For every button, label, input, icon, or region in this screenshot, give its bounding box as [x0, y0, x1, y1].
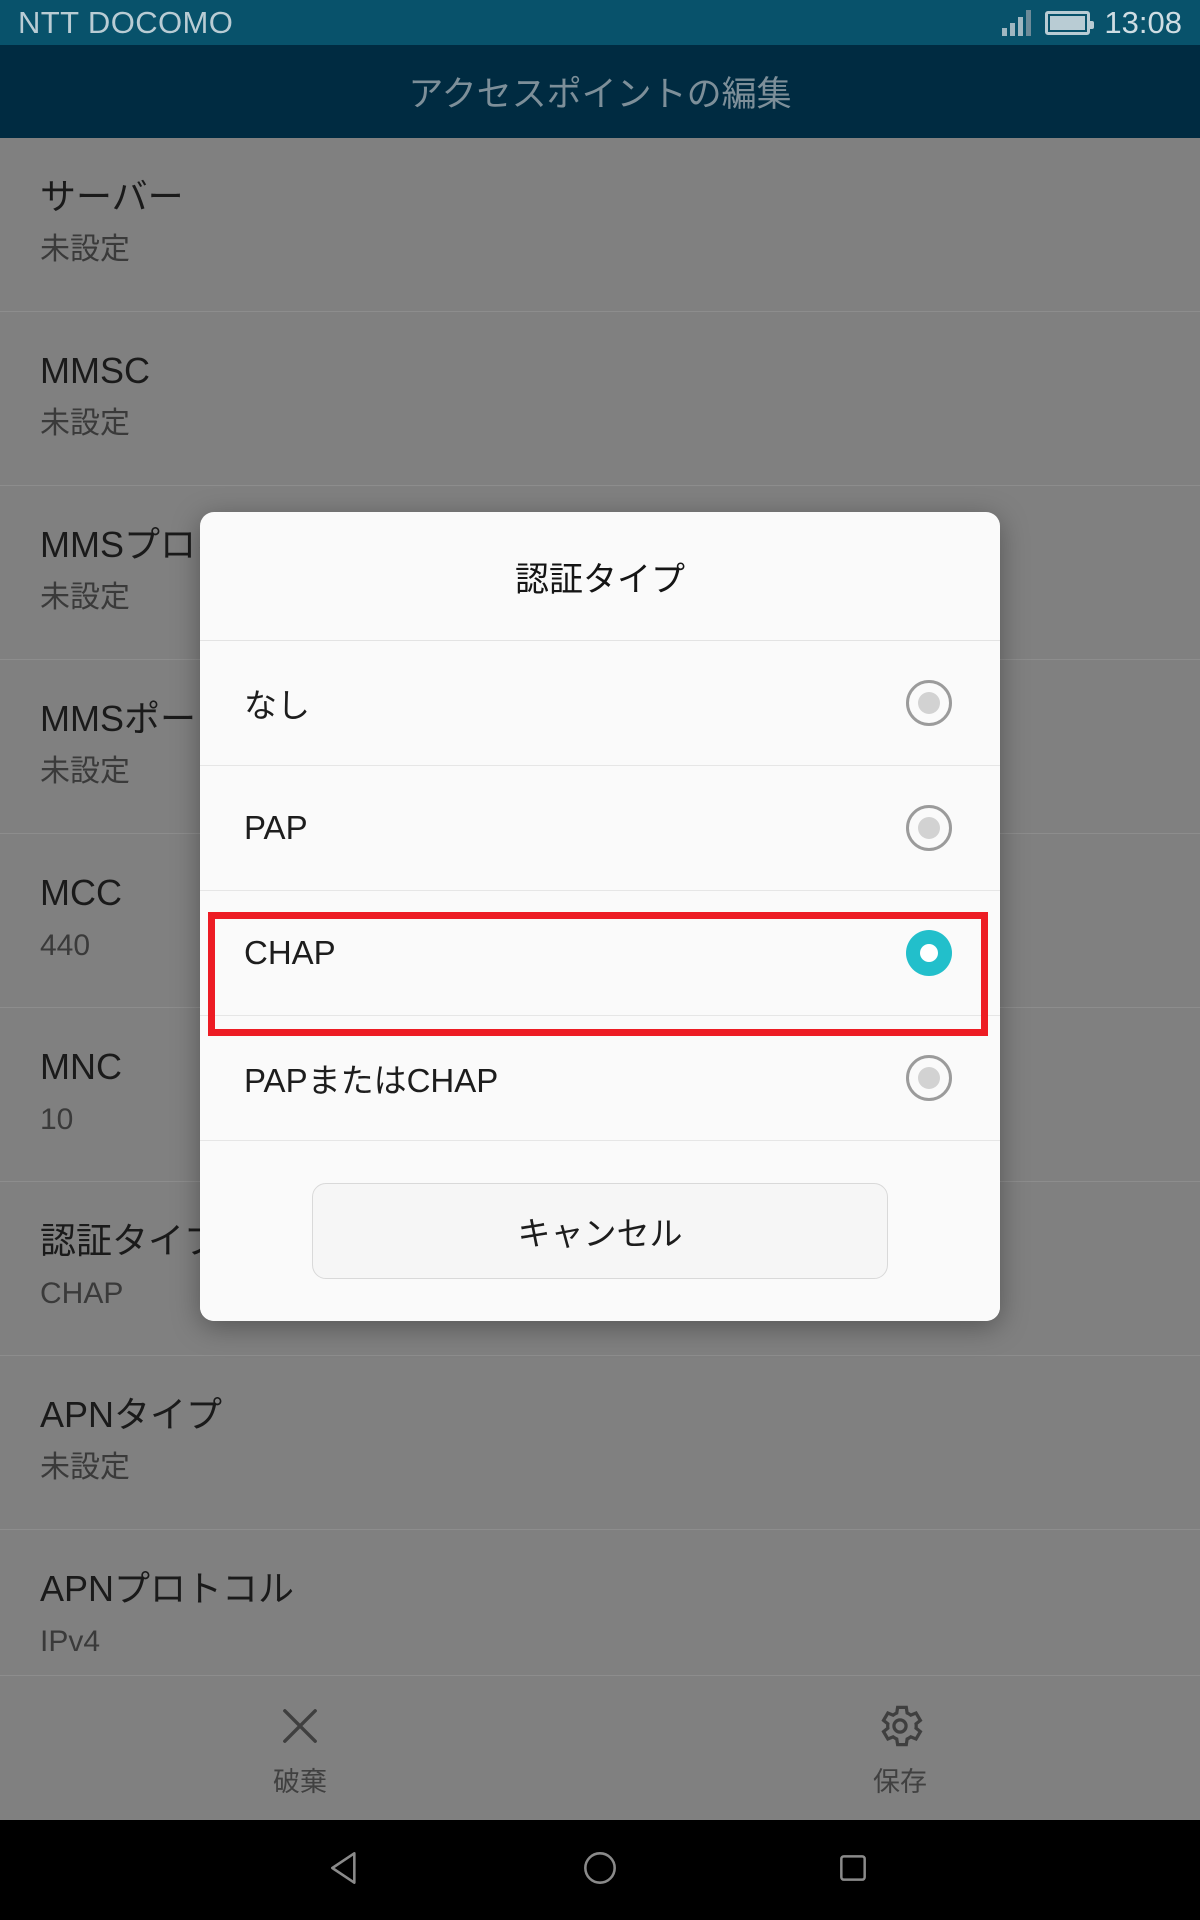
radio-button-unselected-icon[interactable] [906, 680, 952, 726]
pref-row-apn-protocol[interactable]: APNプロトコル IPv4 [0, 1530, 1200, 1675]
option-label: CHAP [244, 934, 336, 971]
cancel-button[interactable]: キャンセル [312, 1183, 888, 1279]
option-row-pap-or-chap[interactable]: PAPまたはCHAP [200, 1016, 1000, 1141]
recents-square-icon [833, 1848, 873, 1893]
radio-button-unselected-icon[interactable] [906, 1055, 952, 1101]
carrier-label: NTT DOCOMO [18, 5, 234, 40]
back-triangle-icon [325, 1846, 369, 1895]
option-label: PAPまたはCHAP [244, 1062, 499, 1099]
close-x-icon [274, 1700, 326, 1757]
gear-icon [874, 1700, 926, 1757]
dialog-title: 認証タイプ [515, 560, 685, 599]
app-bar: アクセスポイントの編集 [0, 45, 1200, 138]
system-navigation-bar [0, 1820, 1200, 1920]
device-screen: NTT DOCOMO 13:08 アクセスポイントの編集 サーバー 未設定 MM… [0, 0, 1200, 1920]
signal-bars-icon [1002, 9, 1032, 36]
save-button[interactable]: 保存 [600, 1700, 1200, 1797]
radio-button-selected-icon[interactable] [906, 930, 952, 976]
bottom-action-bar: 破棄 保存 [0, 1675, 1200, 1820]
pref-row-mmsc[interactable]: MMSC 未設定 [0, 312, 1200, 486]
page-title: アクセスポイントの編集 [408, 75, 792, 114]
option-row-chap[interactable]: CHAP [200, 891, 1000, 1016]
discard-button[interactable]: 破棄 [0, 1700, 600, 1797]
pref-title: APNタイプ [40, 1394, 223, 1435]
option-label: PAP [244, 809, 308, 846]
save-label: 保存 [873, 1766, 927, 1797]
home-circle-icon [578, 1846, 622, 1895]
pref-summary: 未設定 [40, 1451, 130, 1484]
pref-row-apn-type[interactable]: APNタイプ 未設定 [0, 1356, 1200, 1530]
radio-button-unselected-icon[interactable] [906, 805, 952, 851]
pref-title: サーバー [40, 176, 184, 217]
pref-title: APNプロトコル [40, 1568, 295, 1609]
nav-recents-button[interactable] [793, 1820, 913, 1920]
clock-label: 13:08 [1104, 5, 1182, 40]
battery-full-icon [1045, 10, 1095, 35]
option-label: なし [244, 687, 310, 724]
pref-summary: 未設定 [40, 233, 130, 266]
pref-title: MMSC [40, 350, 150, 391]
nav-back-button[interactable] [287, 1820, 407, 1920]
dialog-footer: キャンセル [200, 1141, 1000, 1321]
dialog-title-area: 認証タイプ [200, 512, 1000, 641]
auth-type-dialog: 認証タイプ なし PAP CHAP PAPまたはCHAP キャンセル [200, 512, 1000, 1321]
status-bar: NTT DOCOMO 13:08 [0, 0, 1200, 45]
option-row-pap[interactable]: PAP [200, 766, 1000, 891]
pref-summary: IPv4 [40, 1625, 101, 1658]
pref-row-server[interactable]: サーバー 未設定 [0, 138, 1200, 312]
nav-home-button[interactable] [540, 1820, 660, 1920]
discard-label: 破棄 [273, 1766, 327, 1797]
pref-summary: 未設定 [40, 407, 130, 440]
status-bar-right: 13:08 [1002, 0, 1182, 45]
option-row-none[interactable]: なし [200, 641, 1000, 766]
